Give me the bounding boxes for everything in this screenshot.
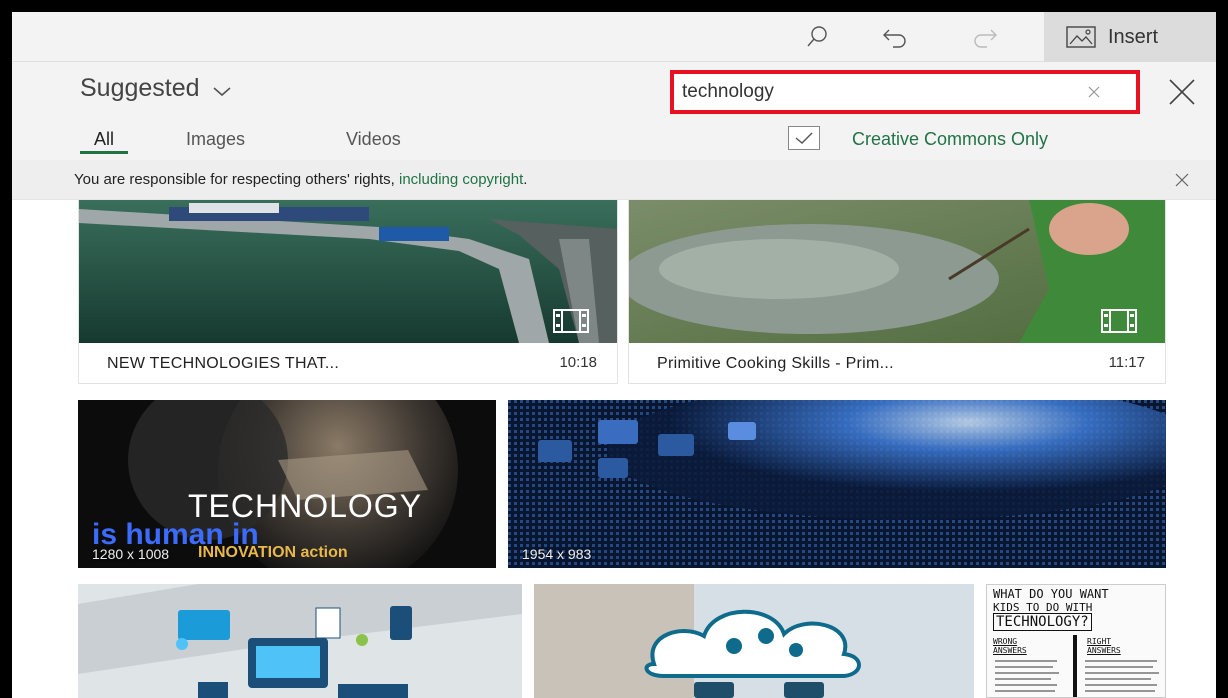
redo-icon <box>974 29 997 48</box>
results-grid: NEW TECHNOLOGIES THAT... 10:18 Primitive… <box>12 200 1216 698</box>
creative-commons-checkbox[interactable] <box>788 126 820 150</box>
chevron-down-icon <box>213 86 231 96</box>
search-icon <box>807 26 827 47</box>
notice-message: You are responsible for respecting other… <box>74 171 399 188</box>
video-thumbnail <box>629 200 1165 343</box>
video-meta: NEW TECHNOLOGIES THAT... 10:18 <box>79 343 617 383</box>
image-result-4[interactable] <box>534 584 974 698</box>
undo-button[interactable] <box>870 12 920 62</box>
tab-videos[interactable]: Videos <box>346 124 401 154</box>
top-toolbar: Insert <box>12 12 1216 62</box>
tab-images[interactable]: Images <box>186 124 245 154</box>
handwritten-lines <box>995 635 1159 697</box>
notice-text: You are responsible for respecting other… <box>74 171 527 188</box>
image-thumbnail <box>78 584 522 698</box>
video-duration: 11:17 <box>1108 354 1145 371</box>
video-result-1[interactable]: NEW TECHNOLOGIES THAT... 10:18 <box>78 200 618 384</box>
insert-online-media-panel: Insert Suggested Al <box>12 12 1216 698</box>
notice-suffix: . <box>523 171 528 188</box>
video-film-icon <box>1101 309 1137 333</box>
image-dimensions: 1954 x 983 <box>522 546 592 562</box>
close-icon <box>1169 79 1195 105</box>
panel-header: Suggested <box>12 62 1216 120</box>
source-label: Suggested <box>80 74 200 102</box>
close-icon <box>1175 173 1189 187</box>
source-dropdown[interactable]: Suggested <box>80 74 232 103</box>
insert-label: Insert <box>1108 25 1159 48</box>
close-panel-button[interactable] <box>1162 72 1202 112</box>
video-thumbnail <box>79 200 617 343</box>
video-film-icon <box>553 309 589 333</box>
image-thumbnail <box>534 584 974 698</box>
video-result-2[interactable]: Primitive Cooking Skills - Prim... 11:17 <box>628 200 1166 384</box>
undo-icon <box>883 29 906 48</box>
video-title: NEW TECHNOLOGIES THAT... <box>107 355 340 372</box>
image-result-3[interactable] <box>78 584 522 698</box>
copyright-notice: You are responsible for respecting other… <box>12 160 1216 200</box>
dismiss-notice-button[interactable] <box>1170 168 1194 192</box>
search-toolbar-button[interactable] <box>792 12 842 62</box>
image-result-1[interactable]: TECHNOLOGY is human in INNOVATION action… <box>78 400 496 568</box>
creative-commons-label[interactable]: Creative Commons Only <box>852 129 1048 150</box>
image-result-5[interactable]: WHAT DO YOU WANT KIDS TO DO WITH TECHNOL… <box>986 584 1166 698</box>
checkmark-icon <box>795 132 813 144</box>
image-thumbnail <box>508 400 1166 568</box>
video-duration: 10:18 <box>559 354 597 371</box>
clear-search-button[interactable] <box>1082 80 1106 104</box>
video-meta: Primitive Cooking Skills - Prim... 11:17 <box>629 343 1165 383</box>
search-box <box>670 70 1140 114</box>
insert-picture-icon <box>1066 26 1096 48</box>
copyright-link[interactable]: including copyright <box>399 171 523 188</box>
filter-tabs: All Images Videos Creative Commons Only <box>12 120 1216 160</box>
insert-button[interactable]: Insert <box>1044 12 1216 62</box>
redo-button[interactable] <box>960 12 1010 62</box>
video-title: Primitive Cooking Skills - Prim... <box>657 355 894 372</box>
image-caption-innovation: INNOVATION action <box>198 544 348 561</box>
clear-icon <box>1088 86 1100 98</box>
image-dimensions: 1280 x 1008 <box>92 546 170 562</box>
tab-all[interactable]: All <box>80 124 128 154</box>
image-result-2[interactable]: 1954 x 983 <box>508 400 1166 568</box>
search-input[interactable] <box>682 74 1062 110</box>
